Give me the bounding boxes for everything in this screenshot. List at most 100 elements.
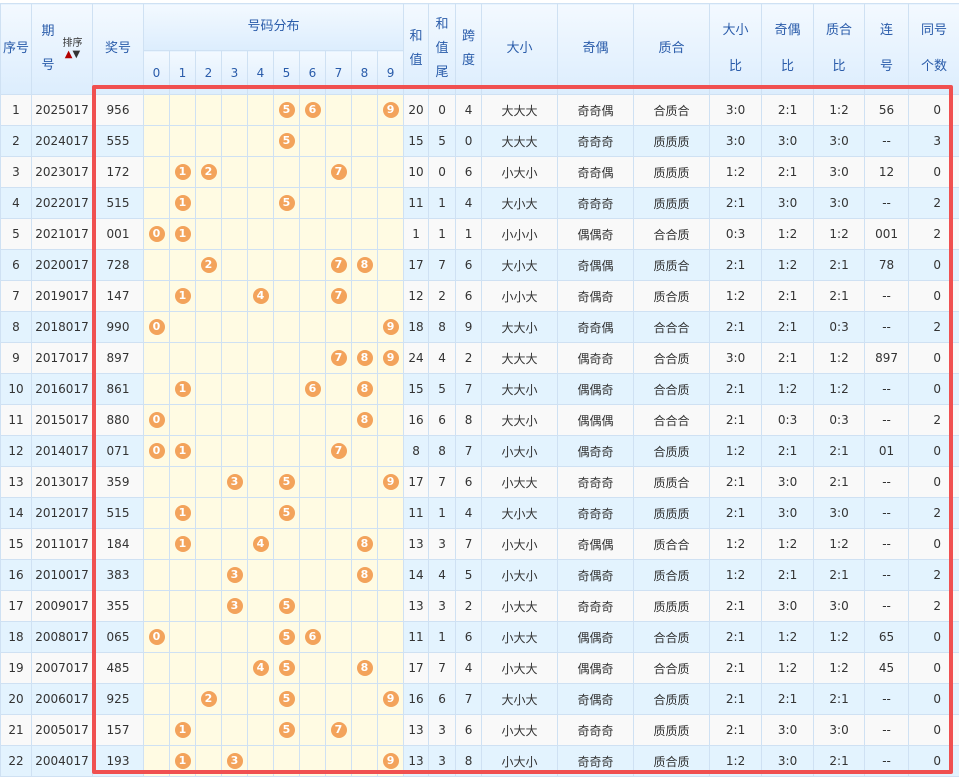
digit-cell-3	[221, 311, 248, 343]
digit-cell-4	[247, 590, 274, 622]
digit-cell-7: 7	[325, 342, 352, 374]
digit-cell-3: 3	[221, 745, 248, 777]
cell-sum-tail: 8	[428, 435, 457, 467]
cell-consecutive: --	[864, 528, 910, 560]
digit-cell-7	[325, 218, 352, 250]
digit-cell-0: 0	[143, 621, 170, 653]
cell-seq: 12	[0, 435, 32, 467]
cell-sum-tail: 1	[428, 187, 457, 219]
cell-number: 515	[92, 497, 144, 529]
digit-cell-9	[376, 404, 405, 436]
cell-sum: 16	[403, 683, 430, 715]
number-ball: 5	[278, 691, 295, 707]
cell-jiou: 奇奇偶	[557, 311, 635, 343]
cell-daxiao-ratio: 2:1	[709, 497, 763, 529]
cell-jiou: 偶奇奇	[557, 342, 635, 374]
cell-jiou-ratio: 2:1	[761, 342, 815, 374]
number-ball: 8	[356, 536, 373, 552]
digit-cell-3	[221, 342, 248, 374]
digit-cell-0	[143, 528, 170, 560]
digit-cell-7	[325, 559, 352, 591]
cell-same-count: 0	[908, 466, 959, 498]
digit-cell-1: 1	[169, 280, 196, 312]
digit-cell-0: 0	[143, 218, 170, 250]
number-ball: 0	[148, 629, 165, 645]
cell-daxiao: 小大小	[481, 528, 559, 560]
digit-cell-5: 5	[273, 497, 300, 529]
cell-sum: 15	[403, 373, 430, 405]
digit-cell-8	[351, 156, 378, 188]
cell-consecutive: --	[864, 373, 910, 405]
cell-number: 184	[92, 528, 144, 560]
digit-cell-5	[273, 218, 300, 250]
cell-jiou: 奇偶奇	[557, 683, 635, 715]
table-row: 7 2019017 147 1 4 7 12 2 6 小小大 奇偶奇 质合质 1:2 2:1 2:1 -- 0	[0, 280, 959, 312]
cell-daxiao-ratio: 0:3	[709, 218, 763, 250]
digit-cell-6	[299, 249, 326, 281]
digit-cell-3	[221, 652, 248, 684]
digit-cell-8	[351, 745, 378, 777]
sort-asc-icon[interactable]: ▲	[65, 49, 73, 60]
sort-control[interactable]: 排序 ▲▼	[63, 38, 83, 60]
digit-cell-7: 7	[325, 435, 352, 467]
header-digit-3: 3	[221, 50, 248, 95]
cell-period: 2009017	[31, 590, 93, 622]
cell-seq: 4	[0, 187, 32, 219]
number-ball: 0	[148, 226, 165, 242]
cell-number: 147	[92, 280, 144, 312]
number-ball: 4	[252, 536, 269, 552]
digit-cell-7	[325, 652, 352, 684]
cell-jiou: 偶偶偶	[557, 404, 635, 436]
cell-seq: 2	[0, 125, 32, 157]
cell-zhihe: 合合质	[633, 218, 711, 250]
digit-cell-6: 6	[299, 94, 326, 126]
cell-daxiao-ratio: 2:1	[709, 714, 763, 746]
digit-cell-8	[351, 714, 378, 746]
digit-cell-3	[221, 156, 248, 188]
digit-cell-9	[376, 559, 405, 591]
digit-cell-6: 6	[299, 621, 326, 653]
cell-consecutive: 78	[864, 249, 910, 281]
digit-cell-1	[169, 652, 196, 684]
number-ball: 8	[356, 660, 373, 676]
digit-cell-8: 8	[351, 404, 378, 436]
cell-zhihe: 质合质	[633, 280, 711, 312]
digit-cell-8: 8	[351, 342, 378, 374]
cell-zhihe-ratio: 1:2	[813, 621, 866, 653]
cell-consecutive: --	[864, 466, 910, 498]
digit-cell-7: 7	[325, 714, 352, 746]
cell-daxiao: 小大小	[481, 559, 559, 591]
digit-cell-1	[169, 559, 196, 591]
digit-cell-0	[143, 683, 170, 715]
digit-cell-4	[247, 311, 274, 343]
cell-number: 355	[92, 590, 144, 622]
cell-zhihe: 合合质	[633, 621, 711, 653]
digit-cell-4	[247, 342, 274, 374]
number-ball: 6	[304, 381, 321, 397]
number-ball: 1	[174, 226, 191, 242]
cell-sum-tail: 3	[428, 745, 457, 777]
cell-same-count: 2	[908, 559, 959, 591]
digit-cell-0	[143, 559, 170, 591]
cell-consecutive: 01	[864, 435, 910, 467]
cell-consecutive: 45	[864, 652, 910, 684]
digit-cell-2: 2	[195, 683, 222, 715]
cell-number: 359	[92, 466, 144, 498]
number-ball: 6	[304, 629, 321, 645]
cell-sum-tail: 5	[428, 373, 457, 405]
cell-period: 2019017	[31, 280, 93, 312]
header-period[interactable]: 期号 排序 ▲▼	[31, 3, 93, 95]
number-ball: 5	[278, 102, 295, 118]
digit-cell-2	[195, 373, 222, 405]
header-digit-4: 4	[247, 50, 274, 95]
number-ball: 5	[278, 660, 295, 676]
digit-cell-2	[195, 280, 222, 312]
digit-cell-4: 4	[247, 528, 274, 560]
cell-jiou-ratio: 3:0	[761, 497, 815, 529]
cell-jiou: 奇奇奇	[557, 590, 635, 622]
digit-cell-4	[247, 621, 274, 653]
cell-sum-tail: 1	[428, 621, 457, 653]
digit-cell-4	[247, 125, 274, 157]
sort-desc-icon[interactable]: ▼	[73, 49, 81, 60]
cell-period: 2011017	[31, 528, 93, 560]
